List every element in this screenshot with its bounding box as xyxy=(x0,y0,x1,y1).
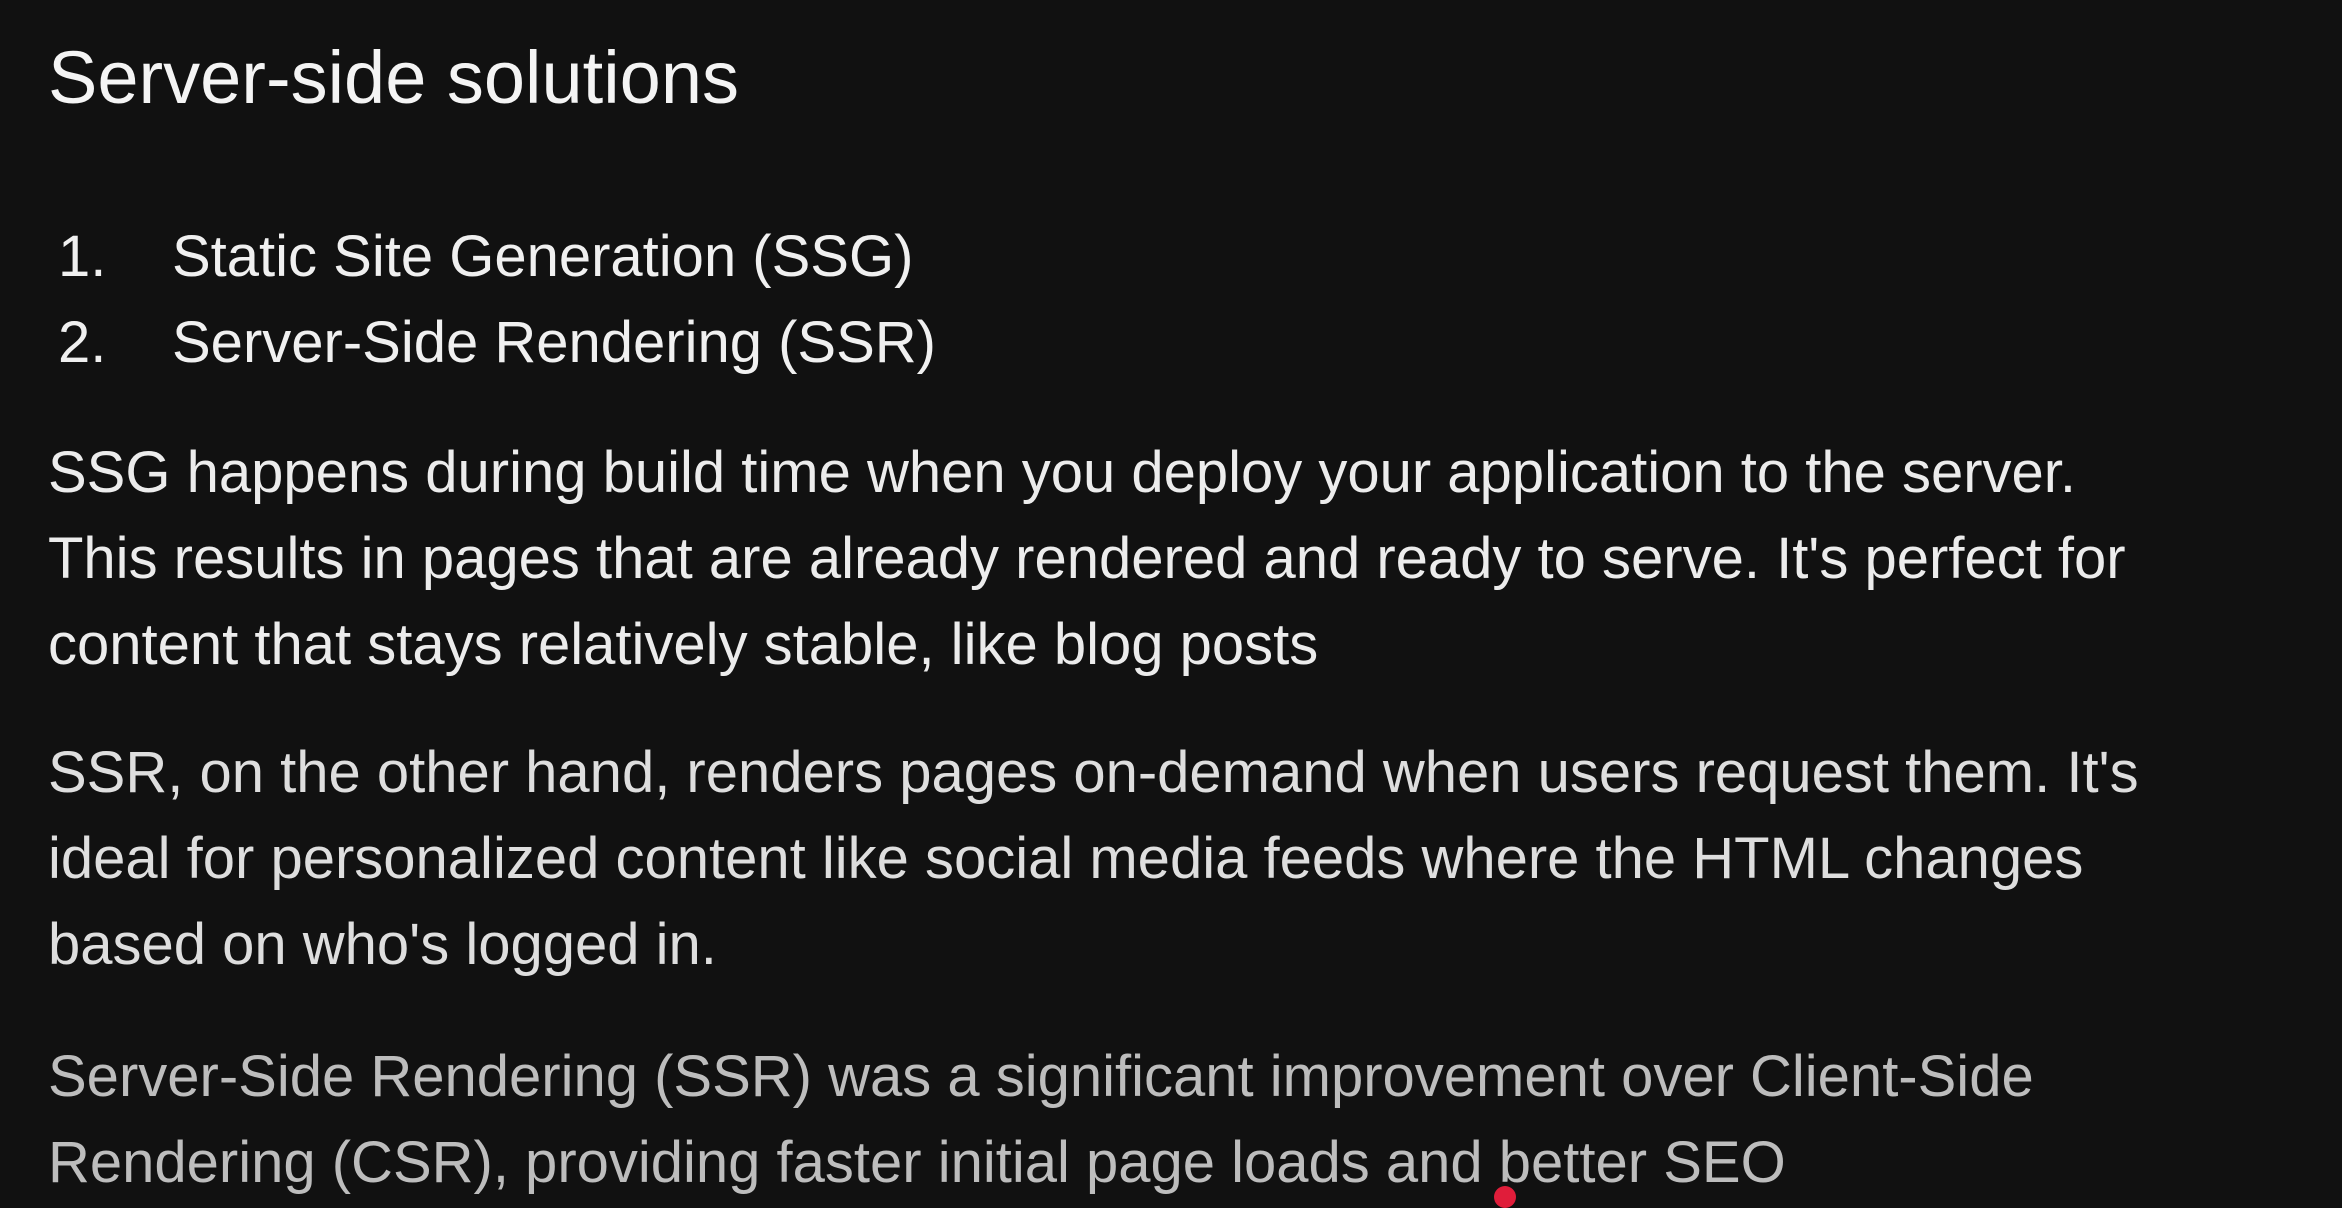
list-item-text: Server-Side Rendering (SSR) xyxy=(172,310,936,375)
paragraph-line: Rendering (CSR), providing faster initia… xyxy=(48,1130,1786,1195)
paragraph-line: based on who's logged in. xyxy=(48,912,717,977)
ssr-vs-csr-paragraph: Server-Side Rendering (SSR) was a signif… xyxy=(48,1034,2034,1206)
ssg-paragraph: SSG happens during build time when you d… xyxy=(48,430,2126,688)
list-item: 2. Server-Side Rendering (SSR) xyxy=(48,300,936,386)
list-item-number: 1. xyxy=(58,224,107,289)
paragraph-line: This results in pages that are already r… xyxy=(48,526,2126,591)
paragraph-line: ideal for personalized content like soci… xyxy=(48,826,2084,891)
ssr-paragraph: SSR, on the other hand, renders pages on… xyxy=(48,730,2139,988)
paragraph-line: Server-Side Rendering (SSR) was a signif… xyxy=(48,1044,2034,1109)
list-item-number: 2. xyxy=(58,310,107,375)
paragraph-line: content that stays relatively stable, li… xyxy=(48,612,1319,677)
paragraph-line: SSR, on the other hand, renders pages on… xyxy=(48,740,2139,805)
solutions-list: 1. Static Site Generation (SSG) 2. Server-… xyxy=(48,214,936,386)
list-item: 1. Static Site Generation (SSG) xyxy=(48,214,936,300)
slide-title: Server-side solutions xyxy=(48,36,739,119)
slide: Server-side solutions 1. Static Site Gene… xyxy=(0,0,2342,1208)
list-item-text: Static Site Generation (SSG) xyxy=(172,224,914,289)
pointer-cursor-icon xyxy=(1494,1186,1516,1208)
paragraph-line: SSG happens during build time when you d… xyxy=(48,440,2077,505)
